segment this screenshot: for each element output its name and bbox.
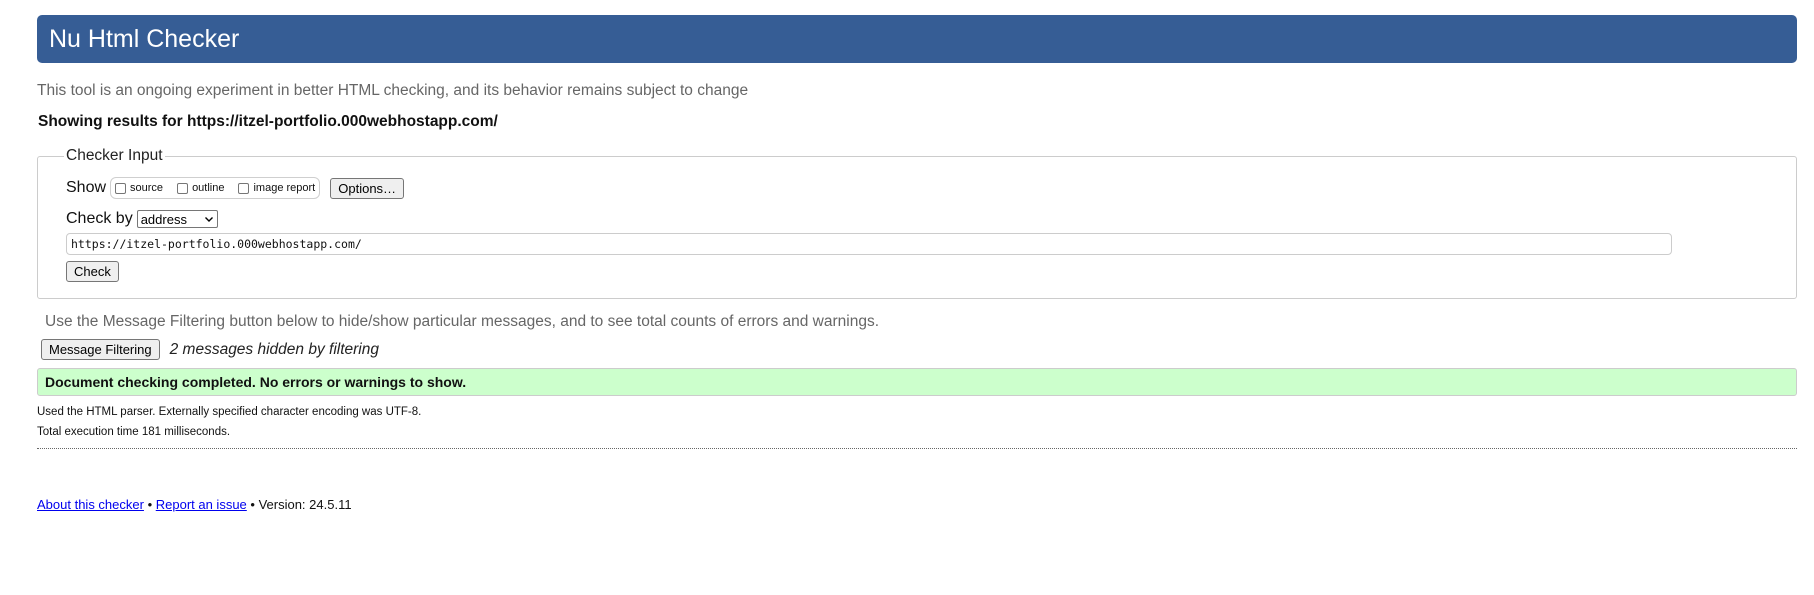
- outline-checkbox[interactable]: [177, 182, 189, 194]
- about-link[interactable]: About this checker: [37, 497, 144, 512]
- source-label: source: [130, 182, 164, 194]
- show-options-group: source outline image report: [110, 177, 321, 199]
- checker-input-legend: Checker Input: [66, 147, 163, 164]
- footer-separator: •: [143, 497, 156, 512]
- check-button[interactable]: Check: [66, 261, 119, 282]
- report-issue-link[interactable]: Report an issue: [156, 497, 247, 512]
- success-message: Document checking completed. No errors o…: [37, 368, 1797, 396]
- chevron-down-icon: [204, 217, 213, 222]
- version-text: • Version: 24.5.11: [246, 497, 352, 512]
- url-input[interactable]: https://itzel-portfolio.000webhostapp.co…: [66, 233, 1672, 255]
- options-button[interactable]: Options…: [330, 177, 405, 199]
- showing-prefix: Showing results for: [38, 113, 187, 130]
- image-report-checkbox[interactable]: [238, 182, 250, 194]
- check-by-value: address: [140, 211, 187, 227]
- source-checkbox[interactable]: [115, 182, 127, 194]
- image-report-label: image report: [253, 182, 316, 194]
- hidden-messages-note: 2 messages hidden by filtering: [169, 340, 379, 358]
- parser-note: Used the HTML parser. Externally specifi…: [37, 406, 422, 418]
- show-image-report-option[interactable]: image report: [238, 182, 315, 194]
- message-filtering-button[interactable]: Message Filtering: [41, 339, 160, 360]
- check-by-select[interactable]: address: [136, 210, 218, 228]
- show-label: Show: [66, 179, 107, 196]
- check-by-row: Check by address: [66, 210, 1796, 228]
- execution-time-note: Total execution time 181 milliseconds.: [37, 426, 231, 438]
- page-title: Nu Html Checker: [49, 24, 240, 53]
- showing-results: Showing results for https://itzel-portfo…: [37, 113, 1797, 131]
- filtering-note: Use the Message Filtering button below t…: [45, 313, 880, 330]
- divider: [37, 448, 1797, 449]
- header-bar: Nu Html Checker: [37, 15, 1797, 63]
- show-row: Show source outline image report Options…: [66, 177, 1796, 199]
- show-source-option[interactable]: source: [115, 182, 163, 194]
- show-outline-option[interactable]: outline: [177, 182, 224, 194]
- check-by-label: Check by: [66, 210, 133, 227]
- results-url[interactable]: https://itzel-portfolio.000webhostapp.co…: [187, 113, 498, 130]
- footer: About this checker • Report an issue • V…: [37, 497, 1797, 512]
- result-details: Used the HTML parser. Externally specifi…: [37, 402, 1797, 442]
- intro-text: This tool is an ongoing experiment in be…: [37, 82, 749, 99]
- filtering-row: Message Filtering 2 messages hidden by f…: [37, 339, 1797, 360]
- outline-label: outline: [192, 182, 225, 194]
- page: Nu Html Checker This tool is an ongoing …: [37, 15, 1797, 512]
- checker-input-fieldset: Checker Input Show source outline image …: [37, 147, 1797, 299]
